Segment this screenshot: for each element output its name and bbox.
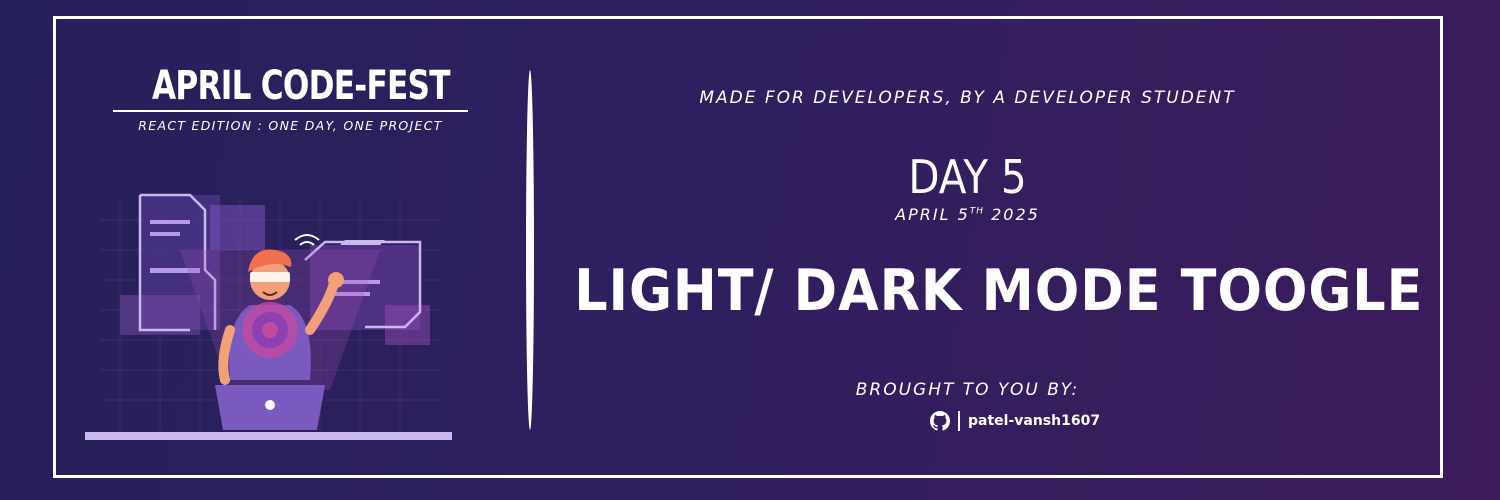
date-prefix: APRIL 5 <box>895 205 970 224</box>
event-subtitle: REACT EDITION : ONE DAY, ONE PROJECT <box>138 118 443 133</box>
event-header: APRIL CODE-FEST REACT EDITION : ONE DAY,… <box>113 62 468 133</box>
credits-label: BROUGHT TO YOU BY: <box>855 380 1080 400</box>
date-suffix: TH <box>969 206 985 217</box>
tagline: MADE FOR DEVELOPERS, BY A DEVELOPER STUD… <box>699 88 1236 108</box>
title-underline <box>113 110 468 112</box>
author-credit[interactable]: patel-vansh1607 <box>930 410 1100 432</box>
desk <box>85 432 452 440</box>
event-title: APRIL CODE-FEST <box>152 63 450 109</box>
day-number: DAY 5 <box>908 150 1027 204</box>
project-title: LIGHT/ DARK MODE TOOGLE <box>574 258 1424 324</box>
event-date: APRIL 5TH 2025 <box>540 205 1395 224</box>
separator <box>958 411 960 431</box>
github-icon <box>930 411 950 431</box>
laptop <box>215 385 325 430</box>
developer-illustration <box>85 193 452 440</box>
date-year: 2025 <box>991 205 1040 224</box>
vertical-divider <box>526 70 534 430</box>
author-username[interactable]: patel-vansh1607 <box>968 413 1100 429</box>
